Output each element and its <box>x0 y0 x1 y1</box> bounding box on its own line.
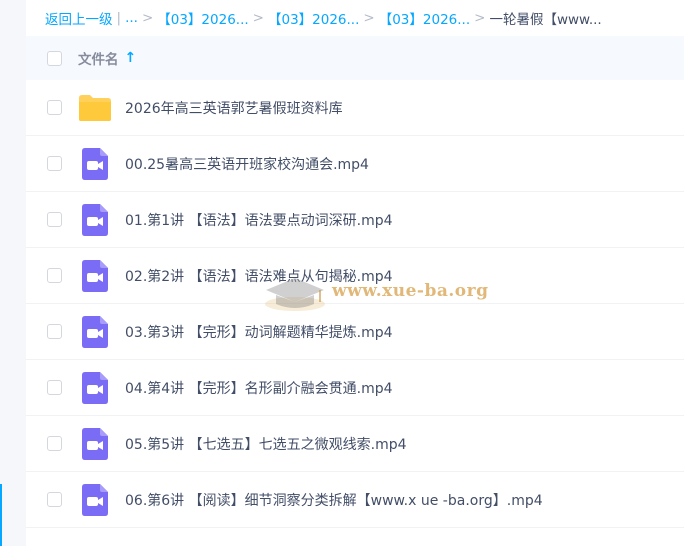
breadcrumb-current: 一轮暑假【www... <box>489 12 602 28</box>
row-checkbox[interactable] <box>47 436 62 451</box>
file-row[interactable]: 04.第4讲 【完形】名形副介融会贯通.mp4 <box>26 360 684 416</box>
row-checkbox[interactable] <box>47 380 62 395</box>
breadcrumb-separator: > <box>363 10 375 26</box>
video-file-icon[interactable] <box>78 203 112 237</box>
video-file-icon[interactable] <box>78 483 112 517</box>
row-checkbox[interactable] <box>47 324 62 339</box>
file-row[interactable]: 06.第6讲 【阅读】细节洞察分类拆解【www.x ue -ba.org】.mp… <box>26 472 684 528</box>
sidebar-active-indicator <box>0 484 2 546</box>
video-file-icon[interactable] <box>78 315 112 349</box>
file-name[interactable]: 06.第6讲 【阅读】细节洞察分类拆解【www.x ue -ba.org】.mp… <box>125 490 543 510</box>
back-link[interactable]: 返回上一级 <box>45 8 113 28</box>
file-name[interactable]: 03.第3讲 【完形】动词解题精华提炼.mp4 <box>125 322 393 342</box>
file-rows: 2026年高三英语郭艺暑假班资料库 00.25暑高三英语开班家校沟通会.mp4 01… <box>26 80 684 528</box>
file-name[interactable]: 01.第1讲 【语法】语法要点动词深研.mp4 <box>125 210 393 230</box>
video-file-icon[interactable] <box>78 427 112 461</box>
breadcrumb-item[interactable]: 【03】2026... <box>157 8 248 28</box>
video-file-icon[interactable] <box>78 259 112 293</box>
file-list-panel: 返回上一级 | ... > 【03】2026... > 【03】2026... … <box>26 0 684 546</box>
file-row[interactable]: 02.第2讲 【语法】语法难点从句揭秘.mp4 <box>26 248 684 304</box>
row-checkbox[interactable] <box>47 156 62 171</box>
sort-arrow-up-icon[interactable]: ↑ <box>125 50 137 66</box>
file-name[interactable]: 2026年高三英语郭艺暑假班资料库 <box>125 98 343 118</box>
row-checkbox[interactable] <box>47 100 62 115</box>
file-row[interactable]: 03.第3讲 【完形】动词解题精华提炼.mp4 <box>26 304 684 360</box>
list-header: 文件名 ↑ <box>26 36 684 80</box>
file-name[interactable]: 02.第2讲 【语法】语法难点从句揭秘.mp4 <box>125 266 393 286</box>
breadcrumb-item[interactable]: 【03】2026... <box>379 8 470 28</box>
breadcrumb-separator: > <box>252 10 264 26</box>
breadcrumb-ellipsis[interactable]: ... <box>125 10 138 26</box>
file-row[interactable]: 00.25暑高三英语开班家校沟通会.mp4 <box>26 136 684 192</box>
breadcrumb-separator: > <box>141 10 154 26</box>
row-checkbox[interactable] <box>47 268 62 283</box>
file-name[interactable]: 05.第5讲 【七选五】七选五之微观线索.mp4 <box>125 434 407 454</box>
left-sidebar-strip <box>0 0 26 546</box>
breadcrumb: 返回上一级 | ... > 【03】2026... > 【03】2026... … <box>26 0 684 36</box>
file-name[interactable]: 04.第4讲 【完形】名形副介融会贯通.mp4 <box>125 378 393 398</box>
file-row[interactable]: 01.第1讲 【语法】语法要点动词深研.mp4 <box>26 192 684 248</box>
file-row[interactable]: 05.第5讲 【七选五】七选五之微观线索.mp4 <box>26 416 684 472</box>
breadcrumb-item[interactable]: 【03】2026... <box>268 8 359 28</box>
select-all-checkbox[interactable] <box>47 50 62 66</box>
column-title-filename[interactable]: 文件名 <box>78 48 119 68</box>
breadcrumb-separator: > <box>474 10 486 26</box>
video-file-icon[interactable] <box>78 371 112 405</box>
video-file-icon[interactable] <box>78 147 112 181</box>
breadcrumb-divider: | <box>116 10 122 26</box>
folder-icon[interactable] <box>78 91 112 125</box>
file-row[interactable]: 2026年高三英语郭艺暑假班资料库 <box>26 80 684 136</box>
file-name[interactable]: 00.25暑高三英语开班家校沟通会.mp4 <box>125 154 369 174</box>
row-checkbox[interactable] <box>47 212 62 227</box>
row-checkbox[interactable] <box>47 492 62 507</box>
